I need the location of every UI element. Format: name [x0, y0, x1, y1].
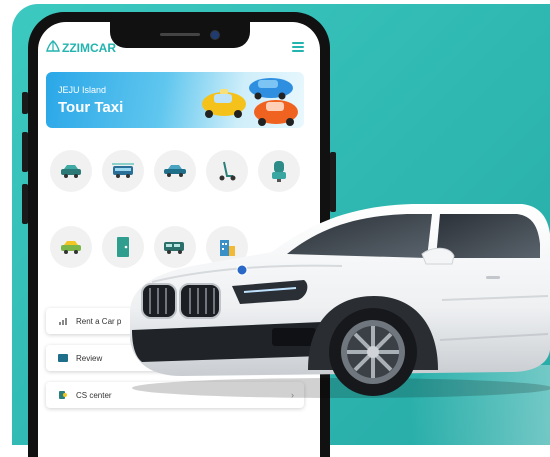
category-seat[interactable] [258, 150, 300, 192]
phone-volume-up-button [22, 132, 28, 172]
tour-taxi-banner[interactable]: JEJU Island Tour Taxi [46, 72, 304, 128]
white-suv-car-image [130, 204, 550, 398]
menu-label: CS center [76, 390, 112, 400]
menu-label: Rent a Car p [76, 316, 122, 326]
category-sedan[interactable] [154, 150, 196, 192]
bus-shuttle-icon [112, 163, 134, 178]
category-car[interactable] [50, 150, 92, 192]
hamburger-menu-icon[interactable] [292, 42, 304, 54]
taxi-cars-illustration [202, 78, 298, 126]
support-icon [58, 390, 68, 400]
phone-mute-button [22, 92, 28, 114]
app-logo[interactable]: ZZIMCAR [46, 40, 116, 55]
front-camera [210, 30, 220, 40]
category-taxi[interactable] [50, 226, 92, 268]
taxi-icon [61, 241, 81, 254]
category-scooter[interactable] [206, 150, 248, 192]
sedan-icon [164, 165, 186, 177]
menu-label: Review [76, 353, 103, 363]
chart-icon [58, 316, 68, 326]
leaf-logo-icon [46, 40, 60, 55]
banner-subtitle: JEJU Island [58, 85, 107, 95]
speaker-grille [160, 33, 200, 36]
seat-icon [272, 161, 286, 182]
category-shuttle[interactable] [102, 150, 144, 192]
phone-volume-down-button [22, 184, 28, 224]
scooter-icon [219, 161, 236, 181]
banner-title: Tour Taxi [58, 99, 124, 116]
card-icon [58, 353, 68, 363]
car-icon [61, 165, 81, 178]
phone-notch [110, 22, 250, 48]
brand-name: ZZIMCAR [62, 40, 116, 55]
